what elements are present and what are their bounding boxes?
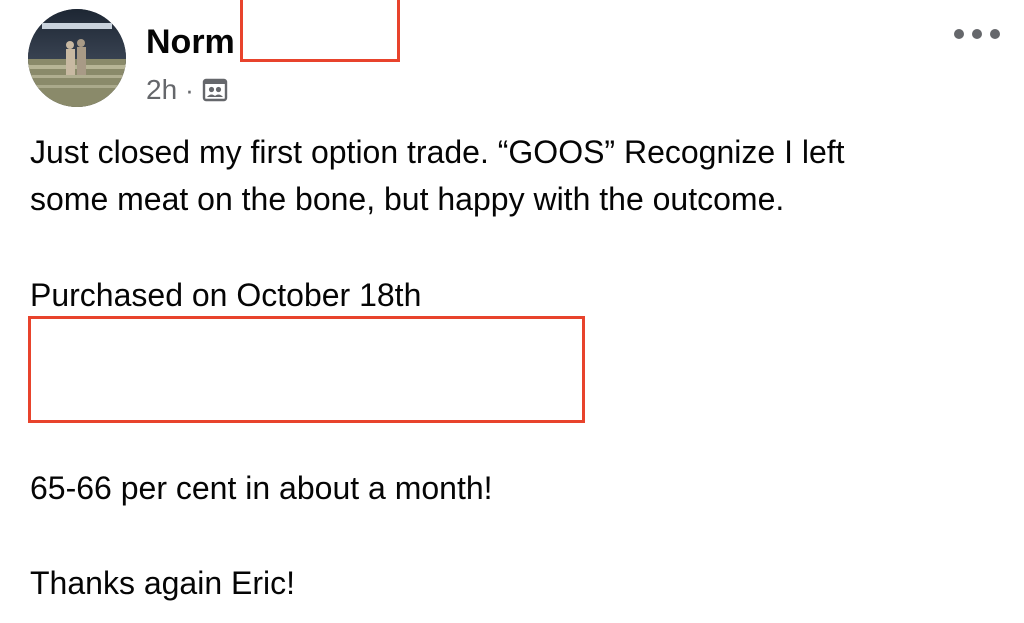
author-name[interactable]: Norm — [146, 20, 235, 64]
post-text-line: Thanks again Eric! — [30, 565, 296, 601]
post-text-line: Just closed my first option trade. “GOOS… — [30, 134, 845, 170]
post-text-line: some meat on the bone, but happy with th… — [30, 181, 785, 217]
more-options-icon[interactable] — [954, 22, 1000, 46]
more-dot — [972, 29, 982, 39]
redaction-box-name — [240, 0, 400, 62]
more-dot — [990, 29, 1000, 39]
friends-audience-icon[interactable] — [202, 77, 228, 103]
post-text-line: 65-66 per cent in about a month! — [30, 470, 493, 506]
redaction-box-body — [28, 316, 585, 423]
post-time[interactable]: 2h — [146, 70, 177, 110]
post-card: Norm 2h · Just closed my first option tr… — [0, 0, 1024, 623]
meta-separator: · — [185, 75, 194, 105]
more-dot — [954, 29, 964, 39]
author-avatar[interactable] — [28, 9, 126, 107]
avatar-photo — [28, 9, 126, 107]
post-meta: 2h · — [146, 70, 228, 110]
post-text-line: Purchased on October 18th — [30, 277, 422, 313]
